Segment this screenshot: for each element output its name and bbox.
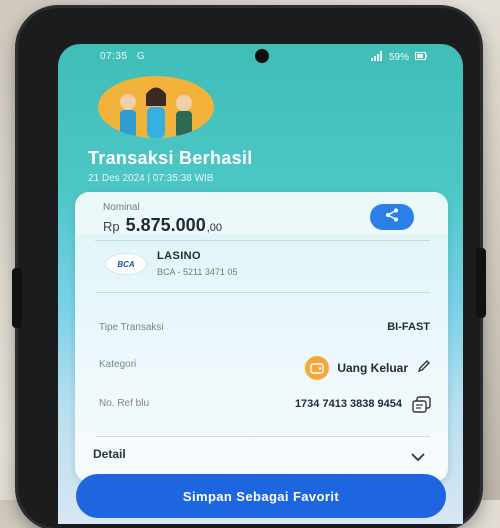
category-label: Kategori: [99, 359, 137, 370]
category-selector[interactable]: Uang Keluar: [305, 356, 432, 380]
amount-currency: Rp: [103, 219, 120, 234]
chevron-down-icon: [410, 449, 426, 467]
phone-frame: 07:35 G 59% Transaksi Berhasil 21 Des 20…: [12, 8, 486, 528]
transaction-card: Nominal Rp 5.875.000 ,00 BCA LASINO BCA: [75, 192, 448, 482]
divider: [95, 292, 430, 293]
amount-decimals: ,00: [206, 222, 222, 234]
category-value: Uang Keluar: [337, 361, 408, 375]
phone-hinge-right: [476, 248, 486, 318]
recipient-account: BCA - 5211 3471 05: [157, 267, 238, 277]
share-button[interactable]: [370, 204, 414, 230]
detail-label: Detail: [93, 447, 126, 461]
amount-row: Rp 5.875.000 ,00: [103, 215, 222, 236]
share-icon: [384, 207, 400, 228]
bank-logo-text: BCA: [117, 259, 135, 269]
status-bar: 07:35 G 59%: [58, 44, 463, 68]
ref-group: 1734 7413 3838 9454: [282, 396, 432, 419]
ref-value: 1734 7413 3838 9454: [294, 398, 402, 410]
recipient-name: LASINO: [157, 250, 201, 262]
transaction-datetime: 21 Des 2024 | 07:35:38 WIB: [88, 173, 214, 184]
ref-label: No. Ref blu: [99, 398, 150, 409]
status-right: 59%: [370, 51, 427, 64]
copy-icon[interactable]: [412, 396, 432, 419]
app-screen: 07:35 G 59% Transaksi Berhasil 21 Des 20…: [58, 44, 463, 524]
divider: [95, 240, 430, 241]
transaction-type-label: Tipe Transaksi: [99, 322, 164, 333]
phone-hinge-left: [12, 268, 22, 328]
page-title: Transaksi Berhasil: [88, 148, 253, 168]
divider: [95, 436, 430, 437]
wallet-icon: [305, 356, 330, 380]
transaction-type-value: BI-FAST: [387, 321, 430, 333]
status-left: 07:35 G: [100, 51, 145, 62]
nominal-label: Nominal: [103, 202, 140, 213]
success-illustration: [98, 76, 214, 138]
camera-cutout: [255, 49, 269, 63]
detail-toggle[interactable]: Detail: [75, 440, 448, 470]
save-favorite-button[interactable]: Simpan Sebagai Favorit: [76, 474, 446, 518]
status-signal-label: G: [136, 51, 146, 62]
pencil-icon[interactable]: [416, 358, 432, 379]
status-time: 07:35: [100, 51, 128, 62]
amount-value: 5.875.000: [125, 215, 206, 235]
bca-logo: BCA: [105, 253, 147, 275]
battery-icon: [415, 52, 427, 63]
signal-icon: [370, 51, 383, 64]
battery-text: 59%: [388, 52, 409, 63]
